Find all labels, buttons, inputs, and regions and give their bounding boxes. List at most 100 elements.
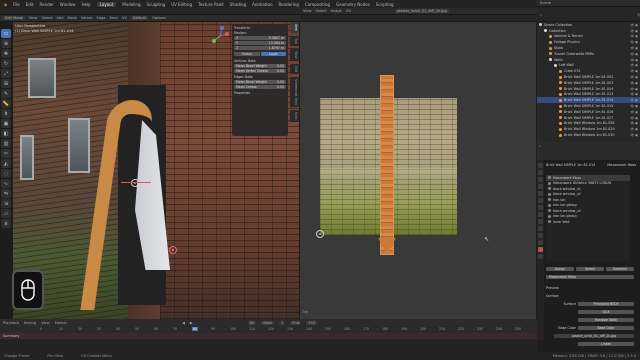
material-slot-list[interactable]: Masonwork Moss Masonwork Dirtbrick 58675 … — [546, 175, 630, 261]
visibility-eye-icon[interactable]: 👁 ▣ — [630, 46, 638, 50]
rotate-tool-icon[interactable]: ↻ — [1, 59, 11, 68]
median-y-field[interactable]: Y 13.564 m — [234, 41, 286, 45]
distribution-dropdown[interactable]: GGX — [578, 309, 634, 314]
scale-tool-icon[interactable]: ⤢ — [1, 69, 11, 78]
playhead[interactable]: 80 — [192, 327, 199, 331]
tab-compositing[interactable]: Compositing — [305, 2, 330, 7]
particles-tab-icon[interactable] — [538, 219, 543, 224]
menu-help[interactable]: Help — [82, 2, 91, 7]
extrude-tool-icon[interactable]: ⬆ — [1, 109, 11, 118]
menu-face[interactable]: Face — [110, 16, 118, 20]
tab-sculpting[interactable]: Sculpting — [147, 2, 166, 7]
outliner-search-icon[interactable]: ⌕ — [540, 13, 542, 17]
visibility-eye-icon[interactable]: 👁 ▣ — [630, 34, 638, 38]
edge-bevel-weight-field[interactable]: Mean Bevel Weight 0.00 — [234, 80, 286, 84]
visibility-eye-icon[interactable]: 👁 ▣ — [630, 92, 638, 96]
current-frame-field[interactable]: 80 — [247, 320, 257, 325]
2d-cursor-icon[interactable] — [316, 230, 324, 238]
end-field[interactable]: 250 — [306, 320, 317, 325]
tab-uv-editing[interactable]: UV Editing — [171, 2, 192, 7]
play-icon[interactable]: ▶ — [190, 321, 193, 325]
edit-mode-dropdown[interactable]: Edit Mode — [3, 16, 25, 20]
edge-crease-field[interactable]: Mean Crease 0.00 — [234, 85, 286, 89]
median-x-field[interactable]: X 0.3807 m — [234, 36, 286, 40]
frame-ruler[interactable]: 0 10 20 30 40 50 60 70 80 90 100 110 120 130 140 150 160… — [0, 326, 537, 333]
uv-menu-uv[interactable]: UV — [346, 9, 351, 13]
menu-select[interactable]: Select — [41, 16, 52, 20]
menu-render[interactable]: Render — [40, 2, 54, 7]
tab-texture-paint[interactable]: Texture Paint — [198, 2, 224, 7]
global-toggle[interactable]: Global — [234, 52, 260, 56]
tab-sync[interactable]: Sync — [290, 110, 299, 122]
shear-tool-icon[interactable]: ▱ — [1, 209, 11, 218]
tab-geometry-nodes[interactable]: Geometry Nodes — [336, 2, 370, 7]
select-button[interactable]: Select — [576, 266, 604, 271]
tab-tool[interactable]: Tool — [290, 36, 299, 47]
constraints-tab-icon[interactable] — [538, 233, 543, 238]
properties-subpanel[interactable]: Properties — [234, 90, 286, 95]
loopcut-tool-icon[interactable]: ▥ — [1, 139, 11, 148]
orientation-dropdown[interactable]: Default — [130, 16, 148, 20]
edge-slide-tool-icon[interactable]: ⇋ — [1, 189, 11, 198]
visibility-eye-icon[interactable]: 👁 ▣ — [630, 87, 638, 91]
menu-view[interactable]: View — [29, 16, 38, 20]
visibility-eye-icon[interactable]: 👁 ▣ — [630, 127, 638, 131]
modifiers-tab-icon[interactable] — [538, 212, 543, 217]
tab-rendering[interactable]: Rendering — [279, 2, 299, 7]
tab-item[interactable]: Item — [290, 22, 299, 34]
visibility-eye-icon[interactable]: 👁 ▣ — [630, 116, 638, 120]
visibility-eye-icon[interactable]: 👁 ▣ — [630, 69, 638, 73]
annotate-tool-icon[interactable]: ✎ — [1, 89, 11, 98]
material-selector[interactable]: Masonwork Moss — [546, 274, 634, 279]
measure-tool-icon[interactable]: 📏 — [1, 99, 11, 108]
physics-tab-icon[interactable] — [538, 226, 543, 231]
local-toggle[interactable]: Local — [260, 52, 286, 56]
image-texture-field[interactable]: plaster_brick_01_diff_2k.jpg — [554, 333, 634, 338]
view-menu[interactable]: View — [41, 321, 50, 325]
playback-menu[interactable]: Playback — [3, 321, 19, 325]
visibility-eye-icon[interactable]: 👁 ▣ — [630, 110, 638, 114]
tab-screencast-keys[interactable]: Screencast Keys — [290, 77, 299, 108]
blender-logo-icon[interactable]: ◆ — [4, 2, 7, 7]
menu-edge[interactable]: Edge — [97, 16, 106, 20]
move-tool-icon[interactable]: ✥ — [1, 49, 11, 58]
image-selector[interactable]: plaster_brick_01_diff_2k.jpg — [394, 9, 449, 13]
select-tool-icon[interactable]: ▭ — [1, 29, 11, 38]
menu-file[interactable]: File — [13, 2, 20, 7]
texture-tab-icon[interactable] — [538, 254, 543, 259]
visibility-eye-icon[interactable]: 👁 ▣ — [630, 133, 638, 137]
knife-tool-icon[interactable]: ✂ — [1, 149, 11, 158]
visibility-eye-icon[interactable]: 👁 ▣ — [630, 63, 638, 67]
tab-view[interactable]: View — [290, 49, 299, 62]
uv-menu-view[interactable]: View — [303, 9, 312, 13]
inset-tool-icon[interactable]: ▣ — [1, 119, 11, 128]
visibility-eye-icon[interactable]: 👁 ▣ — [630, 98, 638, 102]
render-tab-icon[interactable] — [538, 170, 543, 175]
assign-button[interactable]: Assign — [546, 266, 574, 271]
deselect-button[interactable]: Deselect — [606, 266, 634, 271]
visibility-eye-icon[interactable]: 👁 ▣ — [630, 75, 638, 79]
tool-tab-icon[interactable] — [538, 163, 543, 168]
menu-window[interactable]: Window — [60, 2, 76, 7]
properties-search-icon[interactable]: ⌕ — [539, 144, 541, 148]
summary-row[interactable]: Summary — [0, 333, 537, 339]
data-tab-icon[interactable] — [538, 240, 543, 245]
tab-animation[interactable]: Animation — [252, 2, 272, 7]
polybuild-tool-icon[interactable]: ◭ — [1, 159, 11, 168]
menu-uv[interactable]: UV — [122, 16, 127, 20]
material-tab-icon[interactable] — [538, 247, 543, 252]
uv-island-strip[interactable] — [380, 75, 394, 255]
transform-tool-icon[interactable]: ⊞ — [1, 79, 11, 88]
tab-scripting[interactable]: Scripting — [376, 2, 394, 7]
smooth-tool-icon[interactable]: ∿ — [1, 179, 11, 188]
visibility-eye-icon[interactable]: 👁 ▣ — [630, 29, 638, 33]
outliner-row[interactable]: Brick Wall Window 1m 81.030 👁 ▣ — [537, 132, 640, 138]
tab-shading[interactable]: Shading — [230, 2, 246, 7]
tab-edit[interactable]: Edit — [290, 64, 299, 75]
uv-menu-image[interactable]: Image — [331, 9, 342, 13]
3d-cursor-icon[interactable] — [131, 179, 139, 187]
menu-mesh[interactable]: Mesh — [68, 16, 77, 20]
preview-panel[interactable]: Preview — [546, 285, 634, 290]
tab-modeling[interactable]: Modeling — [122, 2, 140, 7]
base-color-field[interactable]: Base Color — [578, 325, 634, 330]
